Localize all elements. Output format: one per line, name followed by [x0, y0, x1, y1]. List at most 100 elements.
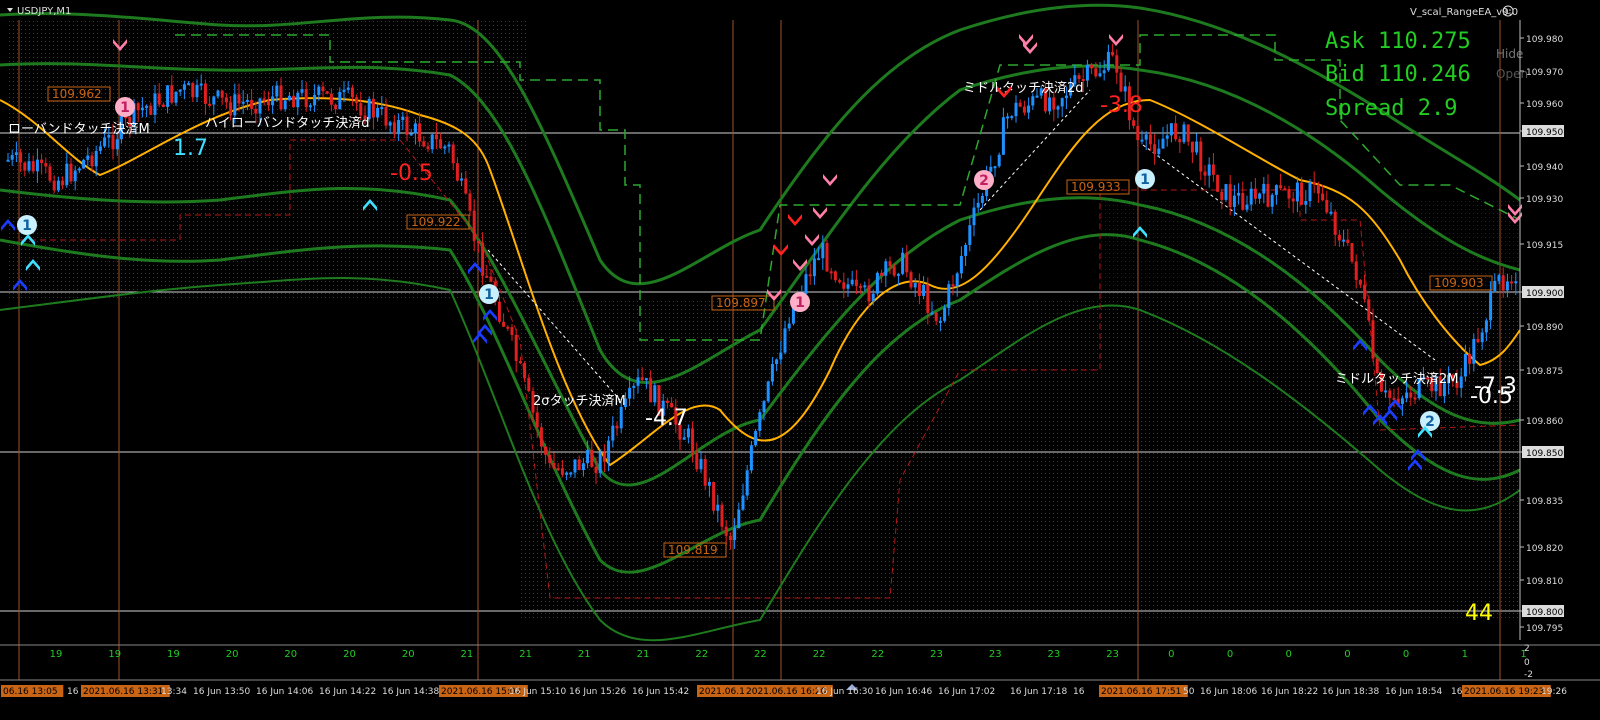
candle-body	[174, 91, 178, 103]
candle-body	[111, 134, 115, 150]
candle-body	[455, 163, 459, 181]
candle-body	[216, 90, 220, 97]
open-button[interactable]: Open	[1496, 67, 1528, 81]
hide-button[interactable]: Hide	[1496, 47, 1523, 61]
time-label: 50	[1183, 687, 1195, 697]
candle-body	[544, 446, 548, 455]
time-label: 16 Jun 14:38	[382, 687, 439, 697]
candle-body	[947, 284, 951, 309]
candle-body	[334, 104, 338, 110]
candle-body	[413, 123, 417, 134]
candle-body	[489, 276, 493, 282]
candle-body	[1514, 281, 1518, 284]
subwindow-value: 0	[1168, 649, 1174, 660]
price-label: 109.795	[1526, 624, 1563, 634]
candle-body	[44, 163, 48, 167]
candle-body	[968, 225, 972, 245]
time-label: 19:26	[1541, 687, 1567, 697]
profit-value: -0.5	[1470, 384, 1513, 409]
candle-body	[934, 312, 938, 321]
price-label: 109.850	[1526, 449, 1563, 459]
marker-number: 2	[979, 173, 989, 189]
candle-body	[224, 97, 228, 103]
candle-body	[783, 328, 787, 353]
candle-body	[514, 334, 518, 361]
candle-body	[628, 387, 632, 399]
candle-body	[1216, 174, 1220, 192]
candle-body	[602, 452, 606, 462]
candle-body	[304, 89, 308, 107]
candle-body	[1489, 290, 1493, 321]
candle-body	[955, 273, 959, 287]
candle-body	[959, 255, 963, 274]
candle-body	[1476, 338, 1480, 343]
candle-body	[1031, 96, 1035, 106]
candle-body	[283, 100, 287, 110]
candle-body	[401, 116, 405, 121]
candle-body	[178, 89, 182, 92]
candle-body	[922, 284, 926, 296]
candle-body	[1203, 171, 1207, 176]
time-label: 16 Jun 17:02	[938, 687, 995, 697]
candle-body	[1119, 72, 1123, 92]
candle-body	[569, 472, 573, 475]
candle-body	[665, 400, 669, 403]
info-panel: Ask 110.275 Bid 110.246 Spread 2.9	[1325, 29, 1471, 121]
profit-value: -3.8	[1100, 93, 1143, 118]
candle-body	[166, 85, 170, 107]
candle-body	[35, 159, 39, 172]
range-zone-2	[520, 298, 1520, 618]
level-label: 109.922	[411, 215, 461, 229]
candle-body	[1148, 134, 1152, 145]
time-label: 2021.06.16 19:23	[1464, 687, 1544, 697]
candle-body	[821, 242, 825, 259]
candle-body	[182, 84, 186, 90]
candle-body	[48, 166, 52, 181]
subwindow-value: 22	[754, 649, 767, 660]
candle-body	[880, 272, 884, 276]
candle-body	[1405, 392, 1409, 399]
candle-body	[1279, 185, 1283, 189]
candle-body	[61, 180, 65, 186]
price-chart[interactable]: 109.962 109.922 109.897 109.819 109.933 …	[0, 0, 1600, 720]
candle-body	[1220, 191, 1224, 200]
time-label: 16 Jun 14:22	[319, 687, 376, 697]
candle-body	[443, 146, 447, 149]
candle-body	[699, 459, 703, 470]
level-label: 109.933	[1071, 180, 1121, 194]
candle-body	[644, 378, 648, 381]
candle-body	[1300, 182, 1304, 205]
candle-body	[1283, 188, 1287, 191]
candle-body	[1056, 106, 1060, 110]
price-label: 109.835	[1526, 497, 1563, 507]
marker-number: 2	[1425, 414, 1435, 430]
candle-body	[548, 454, 552, 463]
candle-body	[208, 103, 212, 106]
candle-body	[346, 87, 350, 90]
annotation-middle-1: ミドルタッチ決済2d	[963, 80, 1084, 96]
candle-body	[258, 98, 262, 114]
time-label: 06.16 13:05	[3, 687, 58, 697]
candle-body	[56, 180, 60, 191]
candle-body	[720, 504, 724, 527]
ask-price: Ask 110.275	[1325, 29, 1471, 54]
candle-body	[1249, 188, 1253, 205]
candle-body	[191, 83, 195, 98]
candle-body	[287, 95, 291, 101]
candle-body	[691, 428, 695, 454]
candle-body	[376, 107, 380, 118]
candle-body	[203, 83, 207, 104]
candle-body	[770, 363, 774, 382]
candle-body	[157, 93, 161, 105]
candle-body	[464, 178, 468, 194]
candle-body	[187, 83, 191, 86]
candle-body	[52, 180, 56, 191]
candle-body	[653, 385, 657, 403]
candle-body	[1312, 181, 1316, 185]
candle-body	[321, 86, 325, 92]
time-label: 16 Jun 17:18	[1010, 687, 1067, 697]
candle-body	[913, 283, 917, 288]
candle-body	[632, 385, 636, 388]
candle-body	[170, 85, 174, 103]
candle-body	[766, 381, 770, 402]
